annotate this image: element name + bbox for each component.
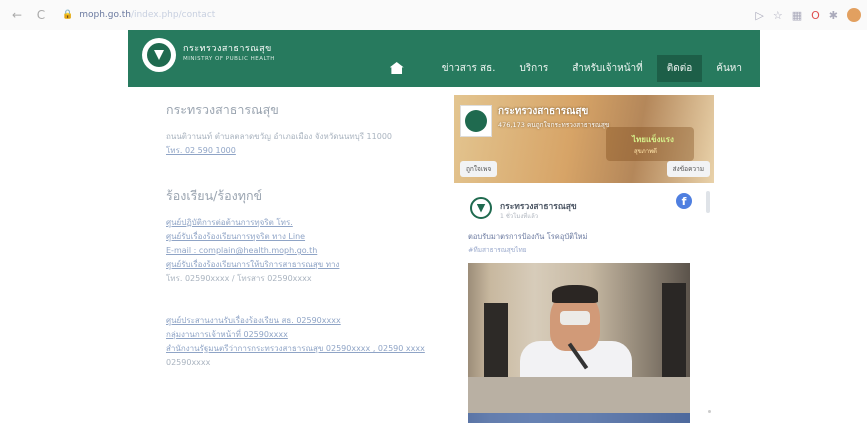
opera-icon[interactable]: O xyxy=(811,9,820,22)
face-mask xyxy=(560,311,590,325)
address-text: ถนนติวานนท์ ตำบลตลาดขวัญ อำเภอเมือง จังห… xyxy=(166,132,392,141)
url-path: /index.php/contact xyxy=(130,10,216,20)
profile-avatar[interactable] xyxy=(847,8,861,22)
fb-cover-image[interactable]: กระทรวงสาธารณสุข 476,173 คนถูกใจกระทรวงส… xyxy=(454,95,714,183)
person-hair xyxy=(552,285,598,303)
browser-actions: ▷ ☆ ▦ O ✱ xyxy=(755,8,861,22)
moph-logo[interactable] xyxy=(142,38,176,72)
menu-item-services[interactable]: บริการ xyxy=(509,55,558,82)
site-header: กระทรวงสาธารณสุข MINISTRY OF PUBLIC HEAL… xyxy=(128,30,760,87)
contact-link[interactable]: ศูนย์ประสานงานรับเรื่องร้องเรียน สธ. 025… xyxy=(166,314,426,328)
back-icon[interactable]: ← xyxy=(10,8,24,22)
post-avatar[interactable] xyxy=(470,197,492,219)
post-time[interactable]: 1 ชั่วโมงที่แล้ว xyxy=(500,211,538,221)
contact-link[interactable]: สำนักงานรัฐมนตรีว่าการกระทรวงสาธารณสุข 0… xyxy=(166,342,426,356)
translate-icon[interactable]: ▷ xyxy=(755,9,763,22)
menu-item-news[interactable]: ข่าวสาร สธ. xyxy=(432,55,506,82)
home-icon[interactable] xyxy=(389,62,404,74)
complaint-title: ร้องเรียน/ร้องทุกข์ xyxy=(166,188,263,203)
fb-like-count: 476,173 คนถูกใจกระทรวงสาธารณสุข xyxy=(498,121,610,129)
menu-item-contact[interactable]: ติดต่อ xyxy=(656,54,703,82)
url-host: moph.go.th xyxy=(79,10,131,20)
menu-item-search[interactable]: ค้นหา xyxy=(706,55,752,82)
fb-banner-text: ไทยแข็งแรง xyxy=(632,135,674,144)
contact-title: กระทรวงสาธารณสุข xyxy=(166,102,279,117)
fb-page-name[interactable]: กระทรวงสาธารณสุข xyxy=(498,104,588,119)
contact-info: กระทรวงสาธารณสุข ถนนติวานนท์ ตำบลตลาดขวั… xyxy=(166,100,426,370)
puzzle-icon[interactable]: ✱ xyxy=(829,9,838,22)
contact-link[interactable]: กลุ่มงานการเจ้าหน้าที่ 02590xxxx xyxy=(166,328,426,342)
contact-text: 02590xxxx xyxy=(166,358,211,367)
facebook-icon[interactable]: f xyxy=(676,193,692,209)
fb-like-button[interactable]: ถูกใจเพจ xyxy=(460,161,498,177)
hotline-text: โทร. 02590xxxx / โทรสาร 02590xxxx xyxy=(166,274,312,283)
photo-caption-bar xyxy=(468,413,690,423)
brand-subtitle: MINISTRY OF PUBLIC HEALTH xyxy=(183,56,275,62)
desk xyxy=(468,377,690,413)
browser-toolbar: ← C 🔒 moph.go.th /index.php/contact ▷ ☆ … xyxy=(0,0,867,30)
fb-page-avatar[interactable] xyxy=(460,105,492,137)
facebook-widget: กระทรวงสาธารณสุข 476,173 คนถูกใจกระทรวงส… xyxy=(454,95,714,423)
reload-icon[interactable]: C xyxy=(34,8,48,22)
brand-title[interactable]: กระทรวงสาธารณสุข xyxy=(183,41,272,55)
phone-link[interactable]: โทร. 02 590 1000 xyxy=(166,144,426,158)
post-caption: ตอบรับมาตรการป้องกัน โรคอุบัติใหม่ xyxy=(468,232,588,241)
scroll-indicator xyxy=(708,410,711,413)
scrollbar[interactable] xyxy=(706,191,710,213)
complaint-link[interactable]: ศูนย์รับเรื่องร้องเรียนการให้บริการสาธาร… xyxy=(166,258,426,272)
fb-message-button[interactable]: ส่งข้อความ xyxy=(666,161,710,177)
chair-shape xyxy=(662,283,686,383)
post-photo[interactable] xyxy=(468,263,690,423)
complaint-link[interactable]: ศูนย์ปฏิบัติการต่อต้านการทุจริต โทร. xyxy=(166,216,426,230)
lock-icon: 🔒 xyxy=(62,10,74,20)
extensions-icon[interactable]: ▦ xyxy=(792,9,802,22)
fb-banner-sub: สุขภาพดี xyxy=(634,148,657,155)
main-menu: ข่าวสาร สธ. บริการ สำหรับเจ้าหน้าที่ ติด… xyxy=(389,54,752,82)
menu-item-staff[interactable]: สำหรับเจ้าหน้าที่ xyxy=(562,55,653,82)
address-bar[interactable]: 🔒 moph.go.th /index.php/contact xyxy=(62,10,215,20)
post-hashtag[interactable]: #ทีมสาธารณสุขไทย xyxy=(468,245,527,255)
star-icon[interactable]: ☆ xyxy=(773,9,783,22)
complaint-link[interactable]: ศูนย์รับเรื่องร้องเรียนการทุจริต ทาง Lin… xyxy=(166,230,426,244)
complaint-email[interactable]: E-mail : complain@health.moph.go.th xyxy=(166,244,426,258)
